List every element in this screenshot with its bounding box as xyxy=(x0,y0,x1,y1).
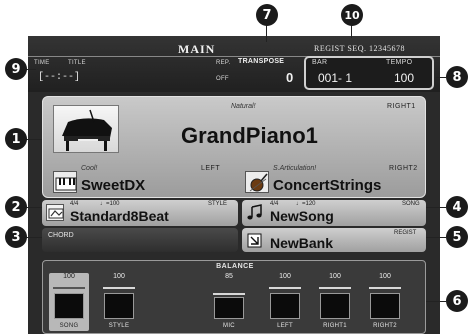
voice-row-lower: Cool! LEFT SweetDX S.Articulation! RIGHT… xyxy=(43,163,427,199)
style-time-signature: 4/4 xyxy=(70,201,79,207)
channel-volume: 100 xyxy=(113,273,125,280)
music-note-icon xyxy=(246,204,264,221)
channel-name: SONG xyxy=(59,323,79,329)
balance-channel-style[interactable]: 100 STYLE xyxy=(99,273,139,331)
callout-4: 4 xyxy=(446,196,468,218)
style-name: Standard8Beat xyxy=(70,208,169,224)
regist-bank-name: NewBank xyxy=(270,235,334,251)
channel-name: RIGHT2 xyxy=(373,323,397,329)
channel-name: RIGHT1 xyxy=(323,323,347,329)
chord-panel: CHORD xyxy=(42,228,238,252)
right1-category: Natural! xyxy=(231,103,256,110)
rep-off-label: OFF xyxy=(216,76,229,82)
callout-8: 8 xyxy=(446,66,468,88)
bar-label: BAR xyxy=(312,59,328,66)
voice-right1[interactable]: Natural! RIGHT1 GrandPiano1 xyxy=(43,97,427,163)
time-display: [--:--] xyxy=(38,72,81,83)
voice-left[interactable]: Cool! LEFT SweetDX xyxy=(47,165,231,197)
tempo-value: 100 xyxy=(394,71,415,85)
time-label: TIME xyxy=(34,60,50,66)
channel-name: STYLE xyxy=(108,323,130,329)
channel-fader[interactable] xyxy=(103,287,135,289)
channel-volume: 100 xyxy=(329,273,341,280)
channel-volume: 100 xyxy=(279,273,291,280)
song-name: NewSong xyxy=(270,208,334,224)
chord-label: CHORD xyxy=(48,232,74,239)
left-category: Cool! xyxy=(81,165,98,172)
style-label: STYLE xyxy=(208,201,228,207)
rep-label: REP. xyxy=(216,60,231,66)
voice-right2[interactable]: S.Articulation! RIGHT2 ConcertStrings xyxy=(239,165,423,197)
channel-fader[interactable] xyxy=(53,287,85,289)
song-panel[interactable]: 4/4 ♩=120 SONG NewSong xyxy=(242,200,426,226)
right2-part-label: RIGHT2 xyxy=(389,165,418,172)
transpose-label: TRANSPOSE xyxy=(238,58,285,65)
tempo-label: TEMPO xyxy=(386,59,413,66)
regist-label: REGIST xyxy=(394,230,417,236)
balance-channel-right1[interactable]: 100 RIGHT1 xyxy=(315,273,355,331)
right1-voice-name: GrandPiano1 xyxy=(181,123,318,148)
callout-9: 9 xyxy=(5,58,27,80)
regist-seq-label: REGIST SEQ. 12345678 xyxy=(314,44,405,53)
callout-2: 2 xyxy=(5,196,27,218)
channel-fader[interactable] xyxy=(319,287,351,289)
callout-5: 5 xyxy=(446,226,468,248)
main-screen: MAIN REGIST SEQ. 12345678 TIME TITLE REP… xyxy=(28,36,440,334)
channel-meter xyxy=(270,293,300,319)
callout-10: 10 xyxy=(341,4,363,26)
grand-piano-icon xyxy=(53,105,119,153)
regist-bank-icon xyxy=(246,232,264,249)
channel-name: LEFT xyxy=(277,323,293,329)
callout-1: 1 xyxy=(5,128,27,150)
bar-value: 001- 1 xyxy=(318,71,353,85)
callout-7: 7 xyxy=(256,4,278,26)
right2-voice-name: ConcertStrings xyxy=(273,177,382,194)
voice-panel: Natural! RIGHT1 GrandPiano1 Cool! LEFT S… xyxy=(42,96,426,198)
right1-part-label: RIGHT1 xyxy=(387,103,416,110)
channel-meter xyxy=(54,293,84,319)
balance-channel-right2[interactable]: 100 RIGHT2 xyxy=(365,273,405,331)
balance-title: BALANCE xyxy=(216,263,254,270)
screen-header: MAIN REGIST SEQ. 12345678 TIME TITLE REP… xyxy=(28,36,440,92)
screen-title: MAIN xyxy=(178,42,216,56)
channel-meter xyxy=(104,293,134,319)
callout-3: 3 xyxy=(5,226,27,248)
right2-category: S.Articulation! xyxy=(273,165,317,172)
transpose-value[interactable]: 0 xyxy=(286,70,293,85)
regist-panel[interactable]: REGIST NewBank xyxy=(242,228,426,252)
channel-volume: 100 xyxy=(63,273,75,280)
balance-panel: BALANCE 100 SONG 100 STYLE 85 MIC 100 LE… xyxy=(42,260,426,334)
channel-meter xyxy=(320,293,350,319)
channel-name: MIC xyxy=(223,323,235,329)
style-icon xyxy=(46,204,64,221)
strings-icon xyxy=(245,171,269,193)
style-panel[interactable]: 4/4 ♩=100 STYLE Standard8Beat xyxy=(42,200,238,226)
channel-volume: 100 xyxy=(379,273,391,280)
title-label: TITLE xyxy=(68,60,86,66)
balance-channel-mic[interactable]: 85 MIC xyxy=(209,273,249,331)
channel-meter xyxy=(370,293,400,319)
channel-meter xyxy=(214,297,244,319)
left-voice-name: SweetDX xyxy=(81,177,146,194)
song-tempo: ♩=120 xyxy=(296,201,316,207)
balance-channel-left[interactable]: 100 LEFT xyxy=(265,273,305,331)
channel-volume: 85 xyxy=(225,273,233,280)
channel-fader[interactable] xyxy=(369,287,401,289)
style-tempo: ♩=100 xyxy=(100,201,120,207)
song-label: SONG xyxy=(402,201,420,207)
channel-fader[interactable] xyxy=(213,293,245,295)
left-part-label: LEFT xyxy=(201,165,221,172)
synth-keyboard-icon xyxy=(53,171,77,193)
song-time-signature: 4/4 xyxy=(270,201,279,207)
bar-tempo-box[interactable]: BAR TEMPO 001- 1 100 xyxy=(304,56,434,90)
balance-channel-song[interactable]: 100 SONG xyxy=(49,273,89,331)
channel-fader[interactable] xyxy=(269,287,301,289)
callout-6: 6 xyxy=(446,290,468,312)
